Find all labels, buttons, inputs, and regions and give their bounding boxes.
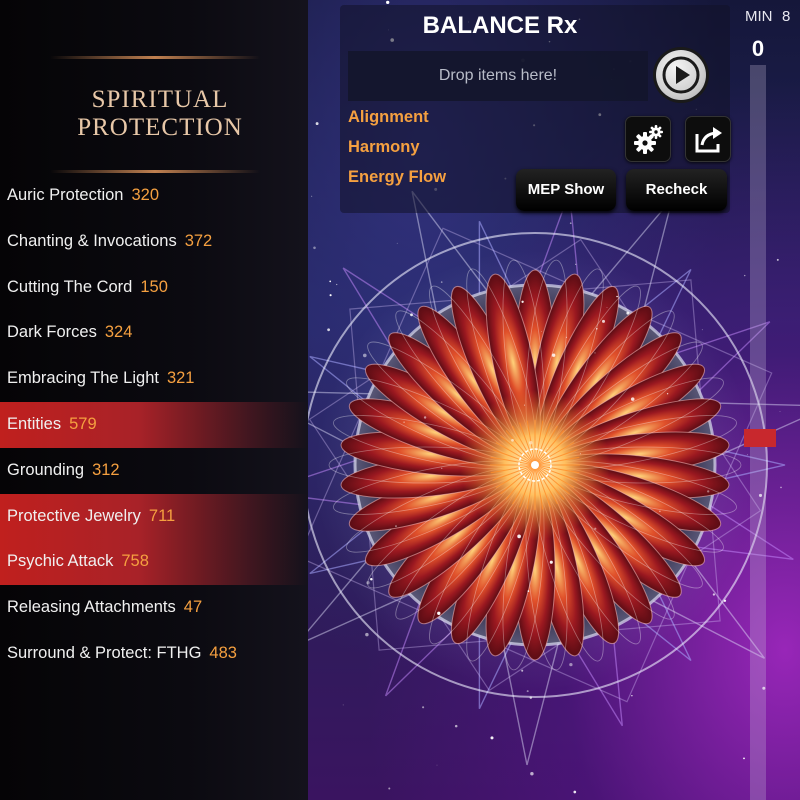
list-item-count: 372 (184, 231, 213, 250)
mep-show-button[interactable]: MEP Show (516, 169, 616, 211)
gears-icon (634, 125, 663, 154)
list-item-label: Chanting & Invocations (7, 231, 177, 250)
drop-zone[interactable]: Drop items here! (348, 51, 648, 101)
slider-thumb[interactable] (744, 429, 776, 447)
list-item[interactable]: Dark Forces 324 (0, 310, 308, 356)
list-item-count: 711 (148, 506, 176, 525)
app-title: BALANCE Rx (422, 12, 578, 39)
list-item-count: 483 (209, 643, 237, 662)
option-energy-flow[interactable]: Energy Flow (348, 168, 446, 187)
list-item-label: Cutting The Cord (7, 277, 133, 296)
list-item[interactable]: Entities 579 (0, 401, 308, 448)
list-item[interactable]: Chanting & Invocations 372 (0, 219, 308, 265)
title-divider-top (50, 56, 260, 59)
option-alignment[interactable]: Alignment (348, 108, 429, 127)
list-item[interactable]: Embracing The Light 321 (0, 356, 308, 402)
app-root: Spiritual Protection Auric Protection 320… (0, 0, 800, 800)
list-item-label: Releasing Attachments (7, 598, 176, 617)
list-item-label: Protective Jewelry (7, 506, 141, 525)
list-item-count: 324 (104, 323, 133, 342)
list-item[interactable]: Surround & Protect: FTHG 483 (0, 631, 308, 677)
list-item-count: 321 (166, 369, 195, 388)
list-item-label: Grounding (7, 460, 85, 479)
share-icon (695, 127, 722, 153)
list-item-count: 320 (131, 186, 159, 204)
list-item[interactable]: Releasing Attachments 47 (0, 585, 308, 631)
category-list: Auric Protection 320 Chanting & Invocation… (0, 173, 308, 677)
list-item-count: 758 (121, 552, 149, 571)
list-item[interactable]: Psychic Attack 758 (0, 539, 308, 586)
list-item-count: 47 (183, 598, 203, 617)
list-item[interactable]: Grounding 312 (0, 448, 308, 494)
title-line-2: Protection (77, 114, 243, 141)
option-harmony[interactable]: Harmony (348, 138, 420, 157)
list-item-label: Auric Protection (7, 186, 124, 204)
list-item[interactable]: Cutting The Cord 150 (0, 265, 308, 311)
list-item-label: Surround & Protect: FTHG (7, 643, 202, 662)
sidebar: Spiritual Protection Auric Protection 320… (0, 0, 308, 800)
list-item-label: Embracing The Light (7, 369, 159, 388)
list-item-count: 579 (69, 414, 97, 433)
list-item-label: Dark Forces (7, 323, 97, 342)
list-item-count: 150 (140, 277, 168, 296)
list-item-label: Psychic Attack (7, 552, 114, 571)
recheck-button[interactable]: Recheck (626, 169, 727, 211)
slider-value: 0 (751, 36, 765, 61)
min-value: 8 (782, 8, 791, 25)
list-item-count: 312 (92, 460, 120, 479)
title-line-1: Spiritual (91, 86, 229, 113)
page-title: Spiritual Protection (55, 86, 265, 142)
play-icon (662, 56, 700, 94)
min-label: MIN (745, 8, 773, 25)
list-item[interactable]: Auric Protection 320 (0, 173, 308, 219)
play-button[interactable] (656, 50, 706, 100)
settings-button[interactable] (625, 116, 671, 162)
share-button[interactable] (685, 116, 731, 162)
list-item-label: Entities (7, 414, 62, 433)
list-item[interactable]: Protective Jewelry 711 (0, 493, 308, 540)
